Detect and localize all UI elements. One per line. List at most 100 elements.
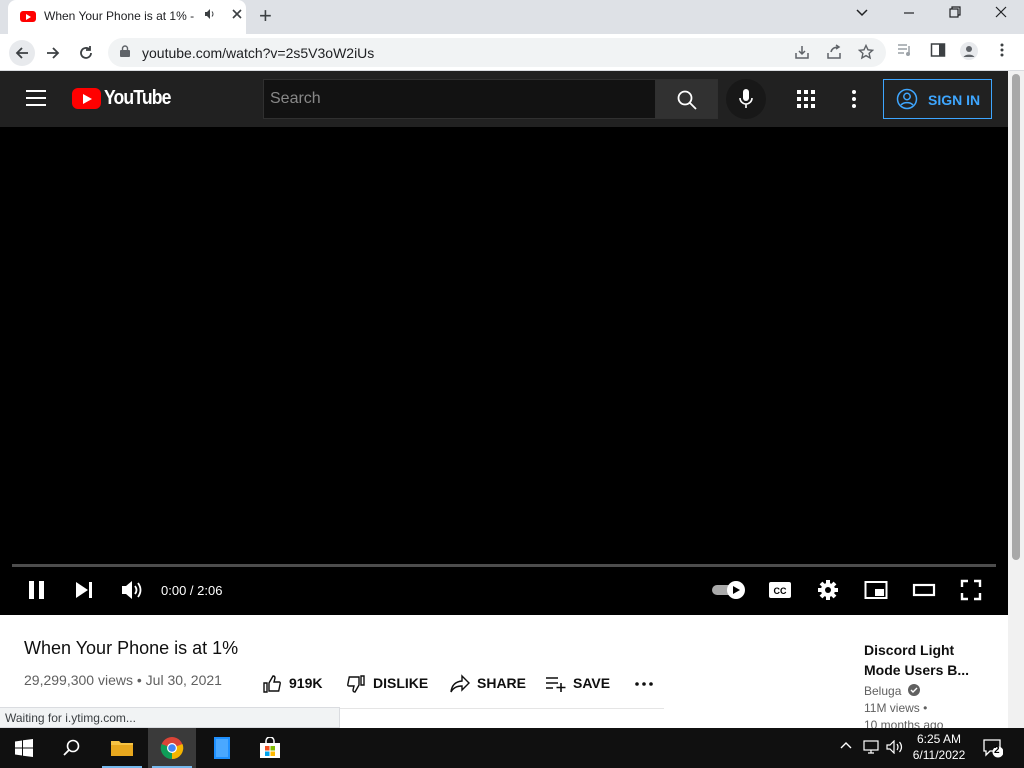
pause-icon xyxy=(29,581,44,599)
action-center-button[interactable]: 2 xyxy=(983,738,1004,761)
sign-in-label: SIGN IN xyxy=(928,92,981,108)
upload-date: Jul 30, 2021 xyxy=(145,672,222,688)
clock-time: 6:25 AM xyxy=(916,732,962,746)
search-icon xyxy=(677,90,697,110)
share-button[interactable]: SHARE xyxy=(449,674,527,694)
lock-icon[interactable] xyxy=(120,45,130,57)
taskbar-clock[interactable]: 6:25 AM 6/11/2022 xyxy=(912,731,966,763)
share-label: SHARE xyxy=(477,675,527,691)
reload-icon[interactable] xyxy=(73,40,99,66)
taskbar-search-icon xyxy=(63,739,80,756)
chrome-taskbar-button[interactable] xyxy=(148,728,196,768)
tab-close-icon[interactable] xyxy=(230,7,244,24)
account-circle-icon xyxy=(896,88,918,110)
store-bag-icon xyxy=(260,737,280,758)
settings-more-icon[interactable] xyxy=(851,90,857,113)
svg-text:CC: CC xyxy=(774,586,787,596)
address-bar[interactable]: youtube.com/watch?v=2s5V3oW2iUs xyxy=(108,38,886,67)
suggested-views: 11M views • xyxy=(864,701,928,715)
guide-menu-icon[interactable] xyxy=(26,90,46,106)
side-panel-icon[interactable] xyxy=(930,42,946,62)
bookmark-star-icon[interactable] xyxy=(857,43,875,64)
meta-separator: • xyxy=(136,672,142,688)
chrome-logo-icon xyxy=(160,737,184,760)
loading-status-bar: Waiting for i.ytimg.com... xyxy=(0,707,340,728)
forward-arrow-icon[interactable] xyxy=(40,40,66,66)
media-control-icon[interactable] xyxy=(897,42,913,62)
save-button[interactable]: SAVE xyxy=(545,674,611,694)
url-text[interactable]: youtube.com/watch?v=2s5V3oW2iUs xyxy=(142,45,374,61)
dislike-label: DISLIKE xyxy=(373,675,429,691)
search-button[interactable] xyxy=(655,79,718,119)
back-arrow-icon[interactable] xyxy=(9,40,35,66)
next-video-button[interactable] xyxy=(74,579,96,606)
more-horizontal-icon xyxy=(635,682,653,686)
save-label: SAVE xyxy=(573,675,611,691)
windows-logo-icon xyxy=(15,739,33,757)
progress-bar[interactable] xyxy=(12,564,996,567)
youtube-logo-text: YouTube xyxy=(104,87,171,109)
taskbar-search-button[interactable] xyxy=(48,728,96,768)
video-title: When Your Phone is at 1% xyxy=(24,638,239,658)
windows-taskbar: 6:25 AM 6/11/2022 2 xyxy=(0,728,1024,768)
voice-search-button[interactable] xyxy=(726,79,766,119)
close-window-icon[interactable] xyxy=(994,5,1008,23)
tab-title: When Your Phone is at 1% - xyxy=(44,9,194,23)
suggested-channel-name[interactable]: Beluga xyxy=(864,684,901,698)
restore-window-icon[interactable] xyxy=(948,5,962,23)
suggested-channel[interactable]: Beluga xyxy=(864,684,994,698)
notepad-taskbar-button[interactable] xyxy=(198,728,246,768)
show-hidden-icons-chevron-icon[interactable] xyxy=(840,740,852,755)
settings-button[interactable] xyxy=(817,579,839,606)
notification-icon xyxy=(983,739,1004,758)
browser-tab[interactable]: When Your Phone is at 1% - xyxy=(8,0,246,34)
like-count: 919K xyxy=(289,675,323,691)
video-metadata: 29,299,300 views • Jul 30, 2021 xyxy=(24,672,222,688)
sign-in-button[interactable]: SIGN IN xyxy=(883,79,992,119)
search-input[interactable]: Search xyxy=(263,79,656,119)
thumbs-up-icon xyxy=(263,675,281,693)
autoplay-toggle[interactable] xyxy=(710,579,746,606)
like-button[interactable]: 919K xyxy=(262,674,326,694)
volume-tray-icon[interactable] xyxy=(886,739,904,757)
pause-button[interactable] xyxy=(26,579,48,606)
video-player[interactable]: 0:00 / 2:06 CC xyxy=(0,127,1008,615)
time-display: 0:00 / 2:06 xyxy=(161,583,223,598)
share-page-icon[interactable] xyxy=(826,44,842,64)
start-button[interactable] xyxy=(0,728,48,768)
subtitles-button[interactable]: CC xyxy=(768,579,792,606)
apps-grid-icon[interactable] xyxy=(797,90,815,113)
mute-button[interactable] xyxy=(120,579,144,606)
profile-avatar-icon[interactable] xyxy=(960,42,978,64)
suggested-video-title[interactable]: Discord Light Mode Users B... xyxy=(864,640,994,680)
network-icon[interactable] xyxy=(862,740,880,757)
more-actions-button[interactable] xyxy=(635,674,655,694)
theater-mode-button[interactable] xyxy=(912,579,936,606)
minimize-window-icon[interactable] xyxy=(902,5,916,23)
miniplayer-button[interactable] xyxy=(864,579,888,606)
chrome-menu-icon[interactable] xyxy=(998,42,1006,62)
folder-icon xyxy=(111,741,133,756)
file-explorer-taskbar-button[interactable] xyxy=(98,728,146,768)
browser-tab-strip: When Your Phone is at 1% - + xyxy=(0,0,1024,34)
view-count: 29,299,300 views xyxy=(24,672,133,688)
fullscreen-button[interactable] xyxy=(960,579,982,606)
dislike-button[interactable]: DISLIKE xyxy=(346,674,430,694)
save-playlist-add-icon xyxy=(546,677,566,692)
autoplay-toggle-icon xyxy=(712,581,745,599)
tab-search-chevron-icon[interactable] xyxy=(855,5,869,23)
notification-count: 2 xyxy=(994,745,1000,756)
skip-next-icon xyxy=(76,582,92,598)
microsoft-store-taskbar-button[interactable] xyxy=(246,728,294,768)
notepad-icon xyxy=(214,737,230,759)
new-tab-button[interactable]: + xyxy=(259,3,272,29)
suggested-video[interactable]: Discord Light Mode Users B... Beluga 11M… xyxy=(864,640,994,732)
microphone-icon xyxy=(739,89,753,108)
youtube-play-logo-icon xyxy=(72,88,101,109)
settings-gear-icon xyxy=(818,580,838,600)
tab-audio-speaker-icon[interactable] xyxy=(204,8,216,23)
install-app-icon[interactable] xyxy=(794,44,810,64)
verified-check-icon xyxy=(907,684,920,696)
thumbs-down-icon xyxy=(347,675,365,693)
page-scrollbar-thumb[interactable] xyxy=(1012,74,1020,560)
